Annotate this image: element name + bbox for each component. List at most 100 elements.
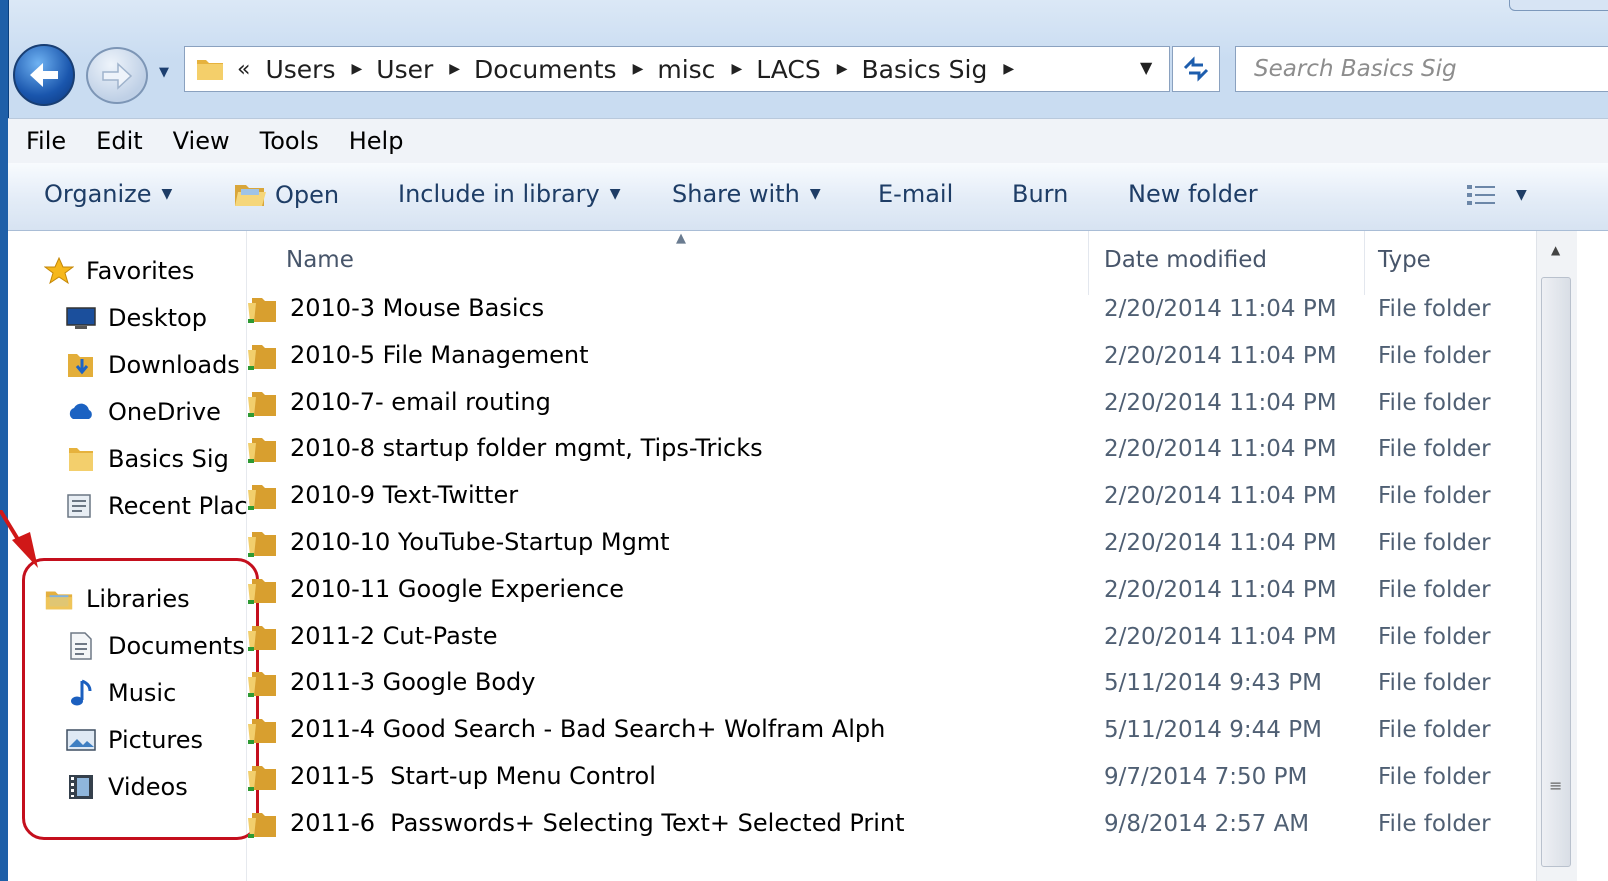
breadcrumb-arrow-icon[interactable]: ▶ bbox=[351, 61, 362, 77]
scroll-up-arrow-icon[interactable]: ▲ bbox=[1551, 243, 1560, 257]
menu-help[interactable]: Help bbox=[349, 127, 404, 155]
menu-tools[interactable]: Tools bbox=[260, 127, 319, 155]
breadcrumb-arrow-icon[interactable]: ▶ bbox=[837, 61, 848, 77]
folder-icon bbox=[248, 344, 276, 370]
downloads-icon bbox=[66, 351, 96, 379]
folder-icon bbox=[248, 672, 276, 698]
file-row[interactable]: 2010-3 Mouse Basics 2/20/2014 11:04 PM Fil… bbox=[246, 286, 1536, 333]
vertical-scrollbar[interactable]: ▲ ≡ bbox=[1536, 231, 1577, 881]
file-date-modified: 5/11/2014 9:44 PM bbox=[1104, 717, 1322, 744]
file-name: 2011-6 Passwords+ Selecting Text+ Select… bbox=[290, 808, 905, 837]
file-date-modified: 2/20/2014 11:04 PM bbox=[1104, 530, 1337, 556]
share-with-button[interactable]: Share with ▼ bbox=[672, 180, 821, 208]
breadcrumb-lacs[interactable]: LACS ▶ bbox=[756, 55, 861, 84]
new-folder-button[interactable]: New folder bbox=[1128, 180, 1258, 208]
folder-icon bbox=[66, 445, 96, 473]
arrow-right-icon bbox=[88, 49, 146, 102]
breadcrumb-documents[interactable]: Documents ▶ bbox=[474, 55, 657, 84]
nav-basics-sig[interactable]: Basics Sig bbox=[66, 445, 229, 473]
menu-view[interactable]: View bbox=[173, 127, 230, 155]
file-row[interactable]: 2010-5 File Management 2/20/2014 11:04 PM… bbox=[246, 333, 1536, 380]
file-row[interactable]: 2011-2 Cut-Paste 2/20/2014 11:04 PM File f… bbox=[246, 614, 1536, 661]
file-row[interactable]: 2010-7- email routing 2/20/2014 11:04 PM F… bbox=[246, 380, 1536, 427]
file-date-modified: 2/20/2014 11:04 PM bbox=[1104, 436, 1337, 463]
menu-bar: File Edit View Tools Help bbox=[8, 118, 1608, 164]
file-name: 2010-7- email routing bbox=[290, 387, 551, 416]
file-type: File folder bbox=[1378, 810, 1491, 837]
view-list-icon bbox=[1467, 185, 1495, 205]
chevron-down-icon: ▼ bbox=[161, 186, 173, 202]
folder-icon bbox=[248, 625, 276, 651]
breadcrumb-users[interactable]: Users ▶ bbox=[265, 55, 376, 84]
change-view-button[interactable]: ▼ bbox=[1466, 183, 1527, 207]
nav-desktop[interactable]: Desktop bbox=[66, 304, 207, 332]
column-header-name[interactable]: Name bbox=[286, 247, 354, 273]
column-header-date-modified[interactable]: Date modified bbox=[1104, 247, 1267, 273]
chevron-down-icon: ▼ bbox=[809, 186, 821, 202]
organize-button[interactable]: Organize ▼ bbox=[44, 180, 172, 208]
content-area: Favorites Desktop Downloads OneDrive Bas… bbox=[8, 231, 1608, 881]
folder-icon bbox=[248, 766, 276, 791]
search-box[interactable] bbox=[1235, 46, 1608, 92]
breadcrumb-arrow-icon[interactable]: ▶ bbox=[449, 61, 460, 77]
recent-pages-dropdown[interactable]: ▼ bbox=[153, 62, 175, 82]
breadcrumb-arrow-icon[interactable]: ▶ bbox=[1003, 61, 1014, 77]
file-type: File folder bbox=[1378, 717, 1491, 744]
back-button[interactable] bbox=[13, 44, 75, 106]
folder-icon bbox=[248, 812, 276, 838]
chevron-down-icon[interactable]: ▼ bbox=[1516, 187, 1527, 203]
command-bar: Organize ▼ Open Include in library ▼ Share… bbox=[8, 163, 1608, 231]
file-name: 2010-11 Google Experience bbox=[290, 574, 625, 603]
file-name: 2010-10 YouTube-Startup Mgmt bbox=[290, 528, 670, 556]
file-name: 2011-2 Cut-Paste bbox=[290, 621, 498, 650]
file-row[interactable]: 2011-6 Passwords+ Selecting Text+ Select… bbox=[246, 801, 1536, 848]
nav-onedrive[interactable]: OneDrive bbox=[66, 398, 221, 426]
window-close-edge[interactable] bbox=[1509, 0, 1608, 11]
nav-downloads[interactable]: Downloads bbox=[66, 351, 240, 379]
file-date-modified: 2/20/2014 11:04 PM bbox=[1104, 623, 1337, 650]
breadcrumb-user[interactable]: User ▶ bbox=[376, 55, 474, 84]
file-type: File folder bbox=[1378, 436, 1491, 463]
menu-file[interactable]: File bbox=[26, 127, 66, 155]
forward-button[interactable] bbox=[86, 47, 148, 104]
file-row[interactable]: 2010-9 Text-Twitter 2/20/2014 11:04 PM Fil… bbox=[246, 473, 1536, 520]
file-type: File folder bbox=[1378, 342, 1491, 369]
column-header-type[interactable]: Type bbox=[1378, 247, 1431, 273]
burn-button[interactable]: Burn bbox=[1012, 180, 1068, 208]
folder-icon bbox=[248, 719, 276, 745]
file-row[interactable]: 2010-8 startup folder mgmt, Tips-Tricks 2… bbox=[246, 426, 1536, 473]
email-button[interactable]: E-mail bbox=[878, 180, 953, 208]
breadcrumb-arrow-icon[interactable]: ▶ bbox=[731, 61, 742, 77]
search-input[interactable] bbox=[1236, 47, 1608, 91]
folder-icon bbox=[248, 391, 276, 417]
folder-icon bbox=[248, 438, 276, 464]
file-type: File folder bbox=[1378, 530, 1491, 556]
file-row[interactable]: 2010-11 Google Experience 2/20/2014 11:04… bbox=[246, 567, 1536, 614]
nav-favorites[interactable]: Favorites bbox=[44, 257, 194, 285]
file-row[interactable]: 2011-5 Start-up Menu Control 9/7/2014 7:5… bbox=[246, 754, 1536, 801]
file-name: 2010-3 Mouse Basics bbox=[290, 294, 545, 322]
address-history-dropdown[interactable]: ▼ bbox=[1140, 58, 1152, 77]
menu-edit[interactable]: Edit bbox=[96, 127, 142, 155]
nav-recent-places[interactable]: Recent Plac bbox=[66, 492, 248, 520]
overflow-chevron-icon[interactable]: « bbox=[237, 57, 251, 82]
address-bar[interactable]: « Users ▶ User ▶ Documents ▶ misc ▶ LACS ▶ Ba… bbox=[184, 46, 1170, 92]
file-date-modified: 2/20/2014 11:04 PM bbox=[1104, 296, 1337, 322]
file-date-modified: 2/20/2014 11:04 PM bbox=[1104, 342, 1337, 369]
refresh-button[interactable] bbox=[1172, 46, 1220, 92]
open-folder-icon bbox=[235, 185, 266, 206]
include-in-library-button[interactable]: Include in library ▼ bbox=[398, 180, 621, 208]
breadcrumb-arrow-icon[interactable]: ▶ bbox=[633, 61, 644, 77]
file-type: File folder bbox=[1378, 623, 1491, 650]
file-row[interactable]: 2011-3 Google Body 5/11/2014 9:43 PM File … bbox=[246, 660, 1536, 707]
red-arrow-annotation bbox=[0, 510, 38, 568]
file-row[interactable]: 2010-10 YouTube-Startup Mgmt 2/20/2014 11… bbox=[246, 520, 1536, 567]
file-row[interactable]: 2011-4 Good Search - Bad Search+ Wolfram… bbox=[246, 707, 1536, 754]
open-button[interactable]: Open bbox=[233, 180, 339, 210]
cloud-icon bbox=[66, 398, 96, 426]
libraries-highlight-annotation bbox=[22, 558, 259, 840]
chevron-down-icon: ▼ bbox=[1140, 58, 1153, 77]
breadcrumb-misc[interactable]: misc ▶ bbox=[657, 55, 756, 84]
breadcrumb-basics-sig[interactable]: Basics Sig ▶ bbox=[862, 55, 1029, 84]
folder-icon bbox=[248, 532, 276, 557]
